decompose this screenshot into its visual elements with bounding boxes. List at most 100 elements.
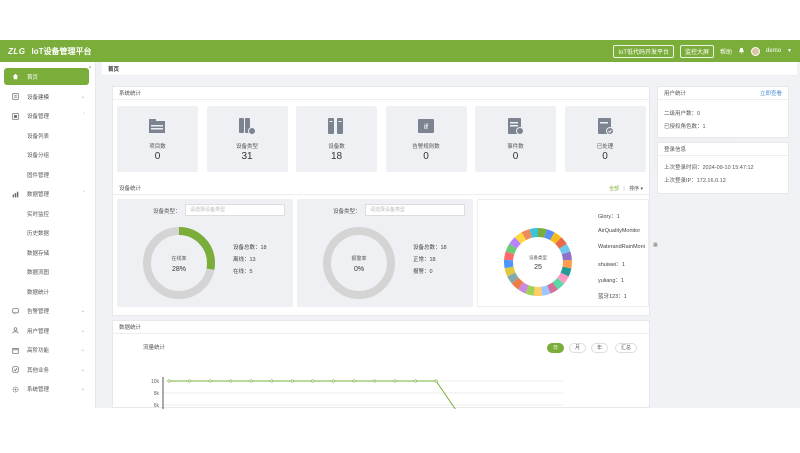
screen-button[interactable]: 监控大屏 [680,44,715,58]
legend-pager-icon[interactable]: ▦ [653,242,658,248]
tab-day[interactable]: 日 [547,343,564,353]
tab-year[interactable]: 年 [591,343,608,353]
avatar[interactable] [751,46,761,56]
donut-value: 25 [534,264,542,271]
data-point [311,379,315,383]
traffic-stats-title: 流量统计 [143,343,165,351]
device-stats-card: 设备统计 全部 | 排序 ▾ 设备类型： 请选择设备类型 在线率 28% 设备总… [112,182,658,316]
tab-summary[interactable]: 汇总 [615,343,637,353]
sidebar-sub-statistics[interactable]: 数据统计 [0,282,95,302]
sidebar-sub-firmware[interactable]: 固件管理 [0,165,95,185]
donut-label: 设备类型 [529,254,547,261]
device-icon [12,113,19,120]
y-tick-label: 10k [151,379,160,385]
sidebar-sub-storage[interactable]: 数据存储 [0,243,95,263]
traffic-line-chart: 10k 8k 6k [151,377,563,409]
sidebar-sub-realtime[interactable]: 实时监控 [0,204,95,224]
device-type-icon [238,118,256,135]
sidebar-item-label: 数据管理 [27,192,50,199]
sidebar-item-home[interactable]: 首页 [4,68,89,85]
tab-month[interactable]: 月 [569,343,586,353]
ring-value: 28% [172,266,186,273]
stat-label: 告警规则数 [412,144,440,150]
data-point [229,379,233,383]
legend-line: 正常：18 [413,257,436,263]
bell-icon[interactable] [738,47,745,56]
scroll-up-icon[interactable]: ▲ [88,64,92,69]
stat-value: 31 [241,151,253,162]
legend-item: AirQualityMonitor [598,228,641,234]
brand: ZLG IoT设备管理平台 [8,46,92,57]
user-stats-card: 用户统计 立即查看 二级用户数：0 已授权角色数：1 [657,86,789,138]
user-stats-title: 用户统计 [664,91,687,97]
stat-tile: if 告警规则数 0 [385,106,467,172]
legend-item: yuliang：1 [598,278,624,284]
sidebar-item-system[interactable]: 系统管理 ⌄ [0,380,95,400]
legend-item: 蓝牙123：1 [598,294,627,300]
sidebar-item-label: 用户管理 [27,328,50,335]
stat-value: 0 [512,151,519,162]
info-line: 上次登录IP：172.16.0.12 [664,178,726,184]
sidebar-item-other[interactable]: 其他业务 ⌄ [0,360,95,380]
view-now-link[interactable]: 立即查看 [760,89,782,97]
other-icon [12,366,19,373]
stat-label: 事件数 [507,144,524,150]
stat-label: 设备类型 [235,144,258,150]
device-stats-title: 设备统计 [119,186,142,192]
app-title: IoT设备管理平台 [31,46,92,56]
data-point [352,379,356,383]
sidebar-item-modeling[interactable]: 设备建模 ⌄ [0,87,95,107]
sidebar-item-device-management[interactable]: 设备管理 ˆ [0,107,95,127]
legend-line: 报警：0 [413,269,433,275]
sidebar-item-users[interactable]: 用户管理 ⌄ [0,321,95,341]
sidebar-sub-flow[interactable]: 数据流图 [0,263,95,283]
open-platform-button[interactable]: IoT低代码开发平台 [613,44,674,58]
chevron-down-icon[interactable]: ▼ [787,48,792,54]
data-point [208,379,212,383]
sidebar-item-data-management[interactable]: 数据管理 ˆ [0,185,95,205]
chevron-down-icon: ⌄ [80,308,85,315]
stat-tile: 事件数 0 [475,106,556,172]
home-icon [12,73,19,80]
sidebar-item-label: 告警管理 [27,309,50,316]
sidebar-sub-device-group[interactable]: 设备分组 [0,146,95,166]
alarm-icon [12,308,19,315]
svg-text:if: if [423,124,428,131]
data-point [249,379,253,383]
stat-tile: 设备数 18 [296,106,377,172]
card-title: 设备统计 全部 | 排序 ▾ [113,182,649,195]
stat-tile: 项目数 0 [117,106,198,172]
help-link[interactable]: 帮助 [720,47,732,56]
device-type-select[interactable]: 请选择设备类型 [365,204,465,216]
stat-tile: 已处理 0 [564,106,646,172]
device-type-donut: 设备类型 25 [504,228,572,296]
y-tick-label: 8k [154,391,160,397]
legend-item: Glory：1 [598,214,620,220]
data-icon [12,191,19,198]
all-toggle[interactable]: 全部 [609,186,619,192]
traffic-stats-label: 流量统计 [143,345,166,351]
ring-track [323,227,395,299]
sidebar: ▲ 首页 设备建模 ⌄ 设备管理 ˆ 设备列表 设备分组 固件管理 数据管理 ˆ… [0,62,96,408]
chevron-down-icon[interactable]: ▾ [640,186,643,192]
device-type-select[interactable]: 请选择设备类型 [185,204,285,216]
sidebar-item-advanced[interactable]: 高阶功能 ⌄ [0,341,95,361]
online-rate-panel: 设备类型： 请选择设备类型 在线率 28% 设备总数：18 离线：13 在线：5 [117,199,293,307]
sidebar-sub-history[interactable]: 历史数据 [0,224,95,244]
info-line: 已授权角色数：1 [664,124,706,130]
toggle-separator: | [623,185,625,192]
info-line: 二级用户数：0 [664,111,701,117]
device-type-label: 设备类型： [333,209,361,215]
sidebar-item-label: 设备管理 [27,114,50,121]
stat-tile: 设备类型 31 [206,106,288,172]
stat-value: 0 [423,151,429,162]
username[interactable]: demo [766,48,781,54]
user-icon [12,327,19,334]
sidebar-item-alarm[interactable]: 告警管理 ⌄ [0,302,95,322]
legend-line: 设备总数：18 [233,245,267,251]
top-bar: ZLG IoT设备管理平台 IoT低代码开发平台 监控大屏 帮助 demo ▼ [0,40,800,62]
sidebar-sub-device-list[interactable]: 设备列表 [0,126,95,146]
card-title: 用户统计 立即查看 [658,87,788,100]
alarm-rate-ring: 报警率 0% [323,227,395,299]
sort-dropdown[interactable]: 排序 [629,186,639,192]
